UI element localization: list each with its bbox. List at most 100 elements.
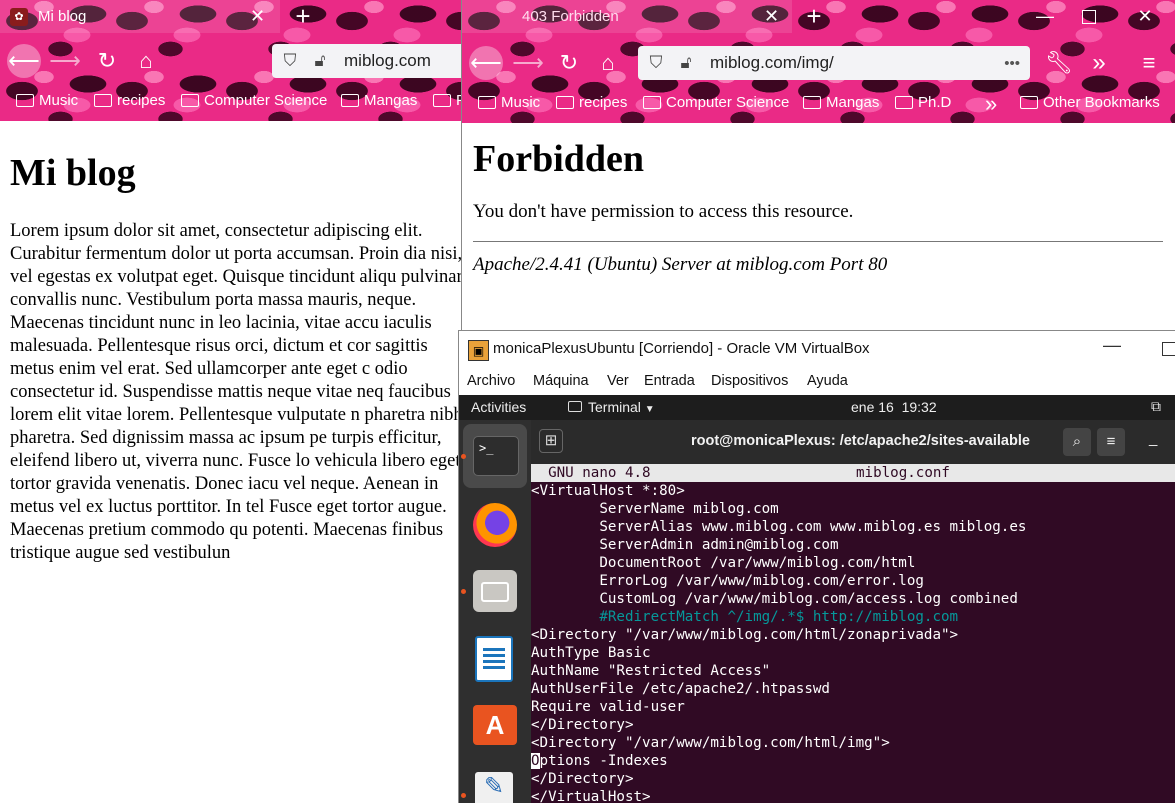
bookmark-mangas[interactable]: Mangas (341, 92, 417, 109)
ubuntu-screen: Activities Terminal ▼ ene 16 19:32 ⧉ >_ … (459, 395, 1175, 803)
right-tab-403[interactable]: 403 Forbidden ✕ (462, 0, 792, 33)
reload-icon[interactable]: ↻ (90, 44, 124, 78)
menu-maquina[interactable]: Máquina (533, 373, 589, 389)
virtualbox-titlebar: ▣ monicaPlexusUbuntu [Corriendo] - Oracl… (459, 331, 1175, 367)
folder-icon (643, 96, 661, 109)
editor-line: <Directory "/var/www/miblog.com/html/zon… (531, 627, 959, 643)
app-menu-terminal[interactable]: Terminal ▼ (568, 399, 655, 415)
terminal-window: ⊞ root@monicaPlexus: /etc/apache2/sites-… (531, 420, 1175, 803)
bookmark-music[interactable]: Music (478, 94, 540, 111)
menu-ver[interactable]: Ver (607, 373, 629, 389)
overflow-chevron-icon[interactable]: » (1082, 46, 1116, 80)
hamburger-menu-icon[interactable]: ≡ (1132, 46, 1166, 80)
minimize-button[interactable]: — (1030, 0, 1060, 33)
hamburger-menu-icon[interactable]: ≡ (1097, 428, 1125, 456)
page-actions-icon[interactable]: ••• (1004, 55, 1020, 72)
bookmark-mangas[interactable]: Mangas (803, 94, 879, 111)
terminal-headerbar: ⊞ root@monicaPlexus: /etc/apache2/sites-… (531, 420, 1175, 464)
terminal-app-icon (568, 401, 582, 412)
folder-icon (94, 94, 112, 107)
menu-dispositivos[interactable]: Dispositivos (711, 373, 788, 389)
ubuntu-top-bar: Activities Terminal ▼ ene 16 19:32 ⧉ (459, 395, 1175, 420)
folder-icon (478, 96, 496, 109)
close-icon[interactable]: ✕ (764, 6, 779, 27)
software-icon[interactable]: A (473, 705, 517, 745)
menu-entrada[interactable]: Entrada (644, 373, 695, 389)
home-icon[interactable]: ⌂ (591, 46, 625, 80)
bookmark-phd[interactable]: Ph.D (895, 94, 951, 111)
files-icon[interactable] (473, 570, 517, 612)
divider (473, 241, 1163, 242)
forbidden-page-content: Forbidden You don't have permission to a… (473, 123, 1165, 276)
clock[interactable]: ene 16 19:32 (851, 399, 937, 415)
left-page-content: Mi blog Lorem ipsum dolor sit amet, cons… (10, 121, 470, 570)
editor-line: AuthType Basic (531, 645, 651, 661)
back-arrow-icon[interactable]: ⟵ (7, 44, 41, 78)
wrench-icon[interactable]: 🔧︎ (1042, 46, 1076, 80)
bookmark-label: Computer Science (204, 92, 328, 109)
bookmark-recipes[interactable]: recipes (94, 92, 165, 109)
server-signature: Apache/2.4.41 (Ubuntu) Server at miblog.… (473, 254, 888, 275)
right-tab-title: 403 Forbidden (522, 8, 619, 25)
dock-terminal[interactable]: >_ (463, 424, 527, 488)
window-close-button[interactable]: ✕ (1130, 0, 1160, 33)
folder-icon (181, 94, 199, 107)
editor-line: Require valid-user (531, 699, 685, 715)
close-icon[interactable]: ✕ (250, 6, 265, 27)
forward-arrow-icon[interactable]: ⟶ (511, 46, 545, 80)
nano-titlebar: GNU nano 4.8 miblog.conf (531, 464, 1175, 482)
editor-line: ServerAdmin admin@miblog.com (531, 537, 839, 553)
text-editor-icon[interactable]: ✎ (475, 772, 513, 803)
bookmark-other-bookmarks[interactable]: Other Bookmarks (1020, 94, 1160, 111)
cursor-line-rest: ptions -Indexes (539, 753, 668, 769)
bookmark-recipes[interactable]: recipes (556, 94, 627, 111)
running-indicator (461, 793, 466, 798)
firefox-icon[interactable] (473, 503, 517, 547)
editor-line: CustomLog /var/www/miblog.com/access.log… (531, 591, 1018, 607)
editor-line: ServerName miblog.com (531, 501, 779, 517)
back-arrow-icon[interactable]: ⟵ (469, 46, 503, 80)
menu-archivo[interactable]: Archivo (467, 373, 515, 389)
writer-icon[interactable] (475, 636, 513, 682)
editor-line: DocumentRoot /var/www/miblog.com/html (531, 555, 916, 571)
search-icon[interactable]: ⌕ (1063, 428, 1091, 456)
bookmark-label: recipes (117, 92, 166, 109)
reload-icon[interactable]: ↻ (552, 46, 586, 80)
left-tab-title: Mi blog (38, 8, 87, 25)
bookmark-music[interactable]: Music (16, 92, 78, 109)
left-url-bar[interactable]: ⛉ 🔓︎ miblog.com (272, 44, 470, 78)
bookmark-label: Music (501, 94, 541, 111)
left-tab-mi-blog[interactable]: ✿ Mi blog ✕ (0, 0, 280, 33)
right-browser-chrome: 403 Forbidden ✕ + — ✕ ⟵ ⟶ ↻ ⌂ ⛉ 🔓︎ miblo… (462, 0, 1175, 123)
folder-icon (16, 94, 34, 107)
text-cursor: O (531, 753, 540, 769)
editor-line: AuthName "Restricted Access" (531, 663, 771, 679)
network-icon[interactable]: ⧉ (1151, 398, 1161, 415)
page-heading: Mi blog (10, 152, 136, 194)
forbidden-message: You don't have permission to access this… (473, 201, 854, 222)
vbox-maximize-button[interactable] (1162, 342, 1175, 356)
bookmark-computer-science[interactable]: Computer Science (643, 94, 789, 111)
activities-button[interactable]: Activities (471, 399, 526, 415)
minimize-icon[interactable]: _ (1149, 430, 1157, 447)
bookmark-computer-science[interactable]: Computer Science (181, 92, 327, 109)
running-indicator (461, 589, 466, 594)
bookmarks-overflow-icon[interactable]: » (985, 91, 997, 117)
nano-editor-buffer[interactable]: <VirtualHost *:80> ServerName miblog.com… (531, 482, 1175, 803)
folder-icon (1020, 96, 1038, 109)
new-tab-button[interactable]: + (288, 0, 318, 33)
folder-icon (803, 96, 821, 109)
menu-ayuda[interactable]: Ayuda (807, 373, 848, 389)
home-icon[interactable]: ⌂ (129, 44, 163, 78)
bookmark-label: Music (39, 92, 79, 109)
maximize-button[interactable] (1074, 0, 1104, 33)
editor-line: <Directory "/var/www/miblog.com/html/img… (531, 735, 890, 751)
new-tab-icon[interactable]: ⊞ (539, 429, 563, 453)
forward-arrow-icon[interactable]: ⟶ (48, 44, 82, 78)
terminal-icon: >_ (473, 436, 519, 476)
right-url-bar[interactable]: ⛉ 🔓︎ miblog.com/img/ ••• (638, 46, 1030, 80)
left-browser-window: ✿ Mi blog ✕ + ⟵ ⟶ ↻ ⌂ ⛉ 🔓︎ miblog.com Mu… (0, 0, 470, 803)
vbox-minimize-button[interactable]: — (1103, 335, 1121, 356)
nano-filename: miblog.conf (856, 465, 950, 481)
new-tab-button[interactable]: + (799, 0, 829, 33)
